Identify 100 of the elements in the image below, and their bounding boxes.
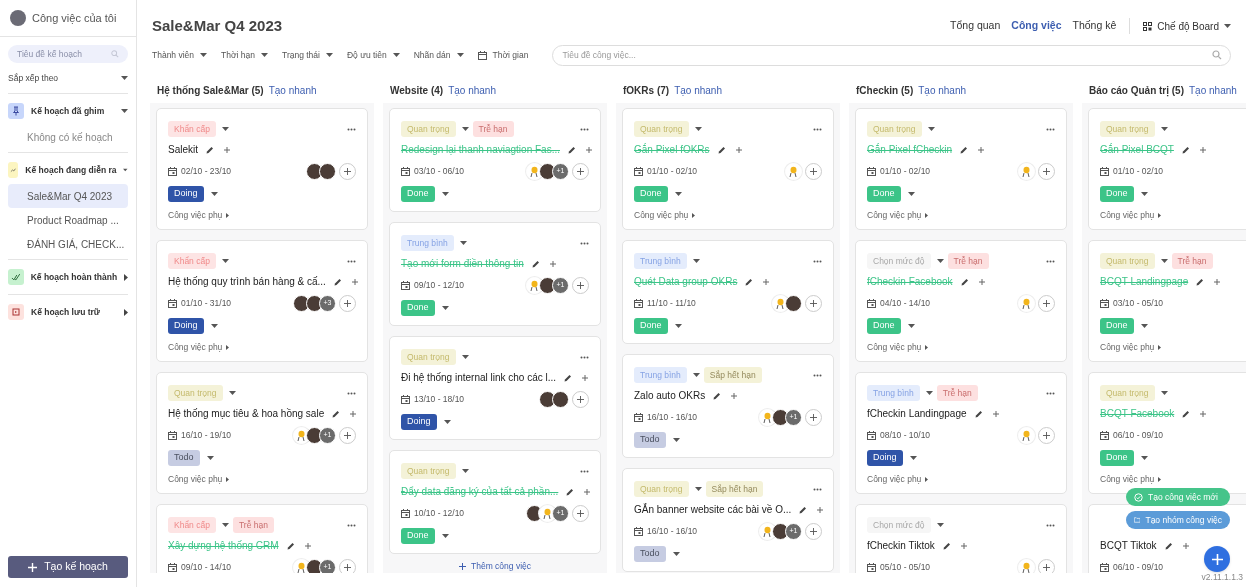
plus-icon[interactable] [224,146,230,153]
more-icon[interactable] [813,127,822,131]
view-mode-dropdown[interactable]: Chế độ Board [1143,18,1231,34]
task-card[interactable]: Chọn mức độ Trễ hạn fCheckin Facebook 04/10 - 14/10 Done Công việc phụ [855,240,1067,362]
subtasks-toggle[interactable]: Công việc phụ [168,208,223,222]
add-task-button[interactable]: Thêm công việc [389,559,601,573]
pencil-icon[interactable] [960,145,969,154]
quick-add-link[interactable]: Tạo nhanh [1189,82,1237,98]
task-card[interactable]: Quan trọng Đi hệ thống internal link cho các l... 13/10 - 18/10 Doing [389,336,601,440]
plus-icon[interactable] [978,146,985,153]
pencil-icon[interactable] [564,373,573,382]
caret-icon[interactable] [206,456,214,460]
caret-icon[interactable] [1160,391,1168,395]
pencil-icon[interactable] [531,259,540,268]
quick-add-link[interactable]: Tạo nhanh [918,82,967,98]
add-assignee-button[interactable] [1038,294,1055,312]
plus-icon[interactable] [351,278,358,285]
pencil-icon[interactable] [333,277,342,286]
plus-icon[interactable] [817,506,824,513]
plus-icon[interactable] [350,410,357,417]
pencil-icon[interactable] [206,145,214,154]
more-icon[interactable] [347,259,356,263]
caret-icon[interactable] [200,53,208,57]
caret-icon[interactable] [909,456,917,460]
add-assignee-button[interactable] [572,276,589,294]
caret-icon[interactable] [261,53,268,57]
pencil-icon[interactable] [974,409,983,418]
filter-dropdown[interactable]: Trạng thái [282,48,333,62]
caret-icon[interactable] [692,259,700,263]
plan-item[interactable]: ĐÁNH GIÁ, CHECK... [8,232,128,256]
add-assignee-button[interactable] [1038,558,1055,573]
plus-icon[interactable] [586,146,592,153]
task-card[interactable]: Khẩn cấp Salekit 02/10 - 23/10 Doing Công việc phụ [156,108,368,230]
pencil-icon[interactable] [1182,409,1191,418]
date-filter[interactable]: Thời gian [477,48,529,62]
quick-add-link[interactable]: Tạo nhanh [448,82,496,98]
more-icon[interactable] [813,259,822,263]
caret-icon[interactable] [325,53,333,57]
subtasks-toggle[interactable]: Công việc phụ [1100,340,1155,354]
plus-icon[interactable] [549,260,556,267]
plan-item[interactable]: Sale&Mar Q4 2023 [8,184,128,208]
add-assignee-button[interactable] [1038,162,1055,180]
subtasks-toggle[interactable]: Công việc phụ [168,340,223,354]
caret-icon[interactable] [936,259,944,263]
more-icon[interactable] [580,241,589,245]
pencil-icon[interactable] [1181,145,1190,154]
caret-icon[interactable] [123,168,128,172]
group-header[interactable]: Kế hoạch đang diễn ra [25,163,117,177]
more-icon[interactable] [347,391,356,395]
pencil-icon[interactable] [1196,277,1205,286]
caret-icon[interactable] [936,523,944,527]
caret-icon[interactable] [443,420,451,424]
caret-icon[interactable] [1160,127,1168,131]
add-assignee-button[interactable] [1038,426,1055,444]
caret-icon[interactable] [121,109,128,113]
caret-icon[interactable] [221,259,229,263]
add-assignee-button[interactable] [572,504,589,522]
add-assignee-button[interactable] [339,162,356,180]
caret-icon[interactable] [694,127,702,131]
add-assignee-button[interactable] [805,408,822,426]
nav-tab[interactable]: Thống kê [1072,18,1117,34]
add-assignee-button[interactable] [339,426,356,444]
task-card[interactable]: Quan trọng Gắn Pixel BCQT 01/10 - 02/10 Done Công việc phụ [1088,108,1246,230]
more-icon[interactable] [1046,391,1055,395]
caret-icon[interactable] [907,324,915,328]
caret-icon[interactable] [1140,456,1148,460]
subtasks-toggle[interactable]: Công việc phụ [1100,208,1155,222]
group-header[interactable]: Kế hoạch hoàn thành [30,270,118,284]
caret-icon[interactable] [1160,259,1168,263]
task-card[interactable]: Trung bình Trễ hạn fCheckin Landingpage 08/10 - 10/10 Doing Công việc phụ [855,372,1067,494]
pencil-icon[interactable] [942,541,951,550]
add-assignee-button[interactable] [805,162,822,180]
plan-search-field[interactable]: Tiêu đề kế hoạch [8,45,128,63]
caret-icon[interactable] [228,391,236,395]
status-tag[interactable]: Todo [168,450,200,466]
plus-icon[interactable] [735,146,742,153]
pencil-icon[interactable] [799,505,808,514]
add-assignee-button[interactable] [572,390,589,408]
add-assignee-button[interactable] [339,294,356,312]
plan-item[interactable]: Product Roadmap ... [8,208,128,232]
pencil-icon[interactable] [568,145,576,154]
status-tag[interactable]: Doing [867,450,903,466]
status-tag[interactable]: Doing [401,414,437,430]
caret-icon[interactable] [1140,324,1148,328]
pencil-icon[interactable] [1164,541,1173,550]
filter-dropdown[interactable]: Thành viên [152,48,208,62]
caret-icon[interactable] [441,192,449,196]
plus-icon[interactable] [731,392,738,399]
more-icon[interactable] [1046,259,1055,263]
caret-icon[interactable] [925,391,933,395]
caret-icon[interactable] [392,53,400,57]
plus-icon[interactable] [1182,542,1189,549]
caret-icon[interactable] [441,306,449,310]
caret-icon[interactable] [210,192,218,196]
pencil-icon[interactable] [745,277,754,286]
more-icon[interactable] [1046,127,1055,131]
task-card[interactable]: Quan trọng BCQT Facebook 06/10 - 09/10 Done Công việc phụ [1088,372,1246,494]
subtasks-toggle[interactable]: Công việc phụ [867,208,922,222]
caret-icon[interactable] [461,127,469,131]
plus-icon[interactable] [1199,146,1206,153]
